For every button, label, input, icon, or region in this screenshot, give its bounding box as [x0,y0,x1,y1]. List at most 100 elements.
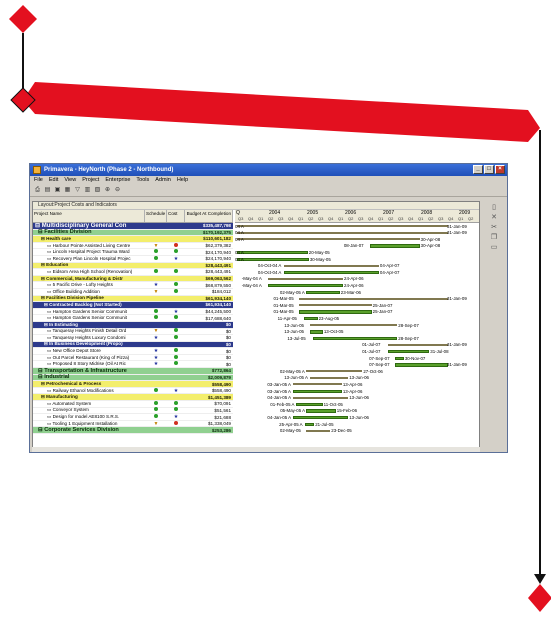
activity-bar[interactable] [395,356,404,360]
menu-admin[interactable]: Admin [155,176,171,185]
activity-bar[interactable] [310,330,323,334]
timeline-quarter: Q1 [458,216,464,221]
project-table: Project Name Schedule Cost Budget At Com… [33,210,233,440]
summary-bar[interactable] [237,225,449,227]
columns-icon[interactable]: ▥ [84,187,91,194]
schedule-indicator [145,249,167,255]
budget-value: $0 [225,341,231,347]
cost-indicator [167,348,185,354]
budget-value: $0 [225,355,231,361]
summary-bar[interactable] [237,238,420,241]
start-date-label: 04-Oct-04 A [257,269,282,275]
schedule-indicator [145,387,167,394]
new-icon[interactable]: ▯ [491,204,498,211]
start-date-label: 01-Mar-05 [273,309,294,315]
horizontal-scrollbar[interactable] [32,447,480,452]
col-schedule[interactable]: Schedule [145,210,167,222]
activity-bar[interactable] [237,250,308,255]
activity-bar[interactable] [369,244,420,248]
schedule-green-dot-icon [154,414,158,419]
summary-bar[interactable] [310,324,398,326]
summary-bar[interactable] [283,264,379,267]
summary-bar[interactable] [293,383,342,386]
group-icon[interactable]: ▧ [94,187,101,194]
activity-bar[interactable] [296,402,323,407]
gantt-row: 03-Jan-05 A 13-Apr-06 [235,381,479,388]
preview-icon[interactable]: ▤ [44,187,51,194]
timeline-quarter: Q4 [248,216,254,221]
schedule-indicator [145,315,167,321]
paste-icon[interactable]: ▭ [491,244,498,251]
col-cost[interactable]: Cost [167,210,185,222]
summary-bar[interactable] [299,304,372,307]
gantt-row: 02-May-05 A 23-Mar-06 [235,289,479,296]
summary-bar[interactable] [299,297,449,300]
start-date-label: 01-Jul-07 [362,348,381,354]
activity-bar[interactable] [305,290,340,294]
menu-view[interactable]: View [64,176,76,185]
col-budget[interactable]: Budget At Completion [185,210,233,222]
start-date-label: 04 A [235,256,244,262]
schedule-indicator: ▼ [145,421,167,427]
schedule-warning-icon: ▼ [153,242,159,249]
summary-bar[interactable] [305,429,331,432]
delete-icon[interactable]: ✕ [491,214,498,221]
start-date-label: 02-May-05 A [279,368,305,374]
activity-bar[interactable] [299,310,372,314]
activity-bar[interactable] [237,257,309,261]
gantt-row: 01-Jul-07 31-Jan-09 [235,342,479,349]
budget-value: $772,864 [211,368,231,374]
activity-bar[interactable] [388,349,430,354]
zoom-out-icon[interactable]: ⊖ [114,187,121,194]
end-date-label: 30-May-05 [309,256,331,262]
menu-tools[interactable]: Tools [136,176,149,185]
activity-bar[interactable] [267,283,344,288]
start-date-label: -May-04 A [241,276,262,282]
cut-icon[interactable]: ✂ [491,224,498,231]
gantt-row: 07-Sep-07 30-Nov-07 [235,355,479,362]
menu-help[interactable]: Help [177,176,188,185]
summary-bar[interactable] [267,277,344,280]
col-project-name[interactable]: Project Name [33,210,145,222]
activity-bar[interactable] [293,389,342,393]
summary-bar[interactable] [293,396,349,399]
schedule-indicator [145,268,167,275]
zoom-in-icon[interactable]: ⊕ [104,187,111,194]
end-date-label: 23-Mar-06 [340,289,362,295]
activity-bar[interactable] [293,415,349,420]
print-icon[interactable]: ⎙ [34,187,41,194]
activity-bar[interactable] [395,363,449,367]
close-button[interactable]: × [495,165,505,174]
menu-edit[interactable]: Edit [49,176,58,185]
summary-bar[interactable] [305,370,363,373]
activity-bar[interactable] [305,422,315,426]
menu-enterprise[interactable]: Enterprise [105,176,130,185]
end-date-label: 31-Jan-09 [447,223,467,229]
budget-value: $0 [225,328,231,334]
activity-bar[interactable] [283,270,379,275]
start-date-label: 03-Jan-05 A [267,388,291,394]
schedule-green-dot-icon [154,387,158,392]
copy-icon[interactable]: ❐ [491,234,498,241]
open-icon[interactable]: ▣ [54,187,61,194]
filter-icon[interactable]: ▽ [74,187,81,194]
menu-project[interactable]: Project [82,176,99,185]
schedule-green-dot-icon [154,315,158,320]
layout-icon[interactable]: ▦ [64,187,71,194]
table-row[interactable]: ⊟ Corporate Services Division $253,286 [33,427,233,434]
summary-bar[interactable] [388,343,449,346]
menu-file[interactable]: File [34,176,43,185]
cost-indicator [167,361,185,367]
activity-bar[interactable] [303,316,318,321]
summary-bar[interactable] [310,376,349,379]
budget-value: $68,879,550 [205,282,231,288]
maximize-button[interactable]: □ [484,165,494,174]
minimize-button[interactable]: _ [473,165,483,174]
end-date-label: 04-Apr-07 [379,269,400,275]
end-date-label: 23-Aug-05 [318,315,340,321]
schedule-indicator [145,407,167,413]
timeline-quarter: Q4 [448,216,454,221]
summary-bar[interactable] [237,231,449,234]
activity-bar[interactable] [306,409,336,413]
activity-bar[interactable] [313,336,398,341]
